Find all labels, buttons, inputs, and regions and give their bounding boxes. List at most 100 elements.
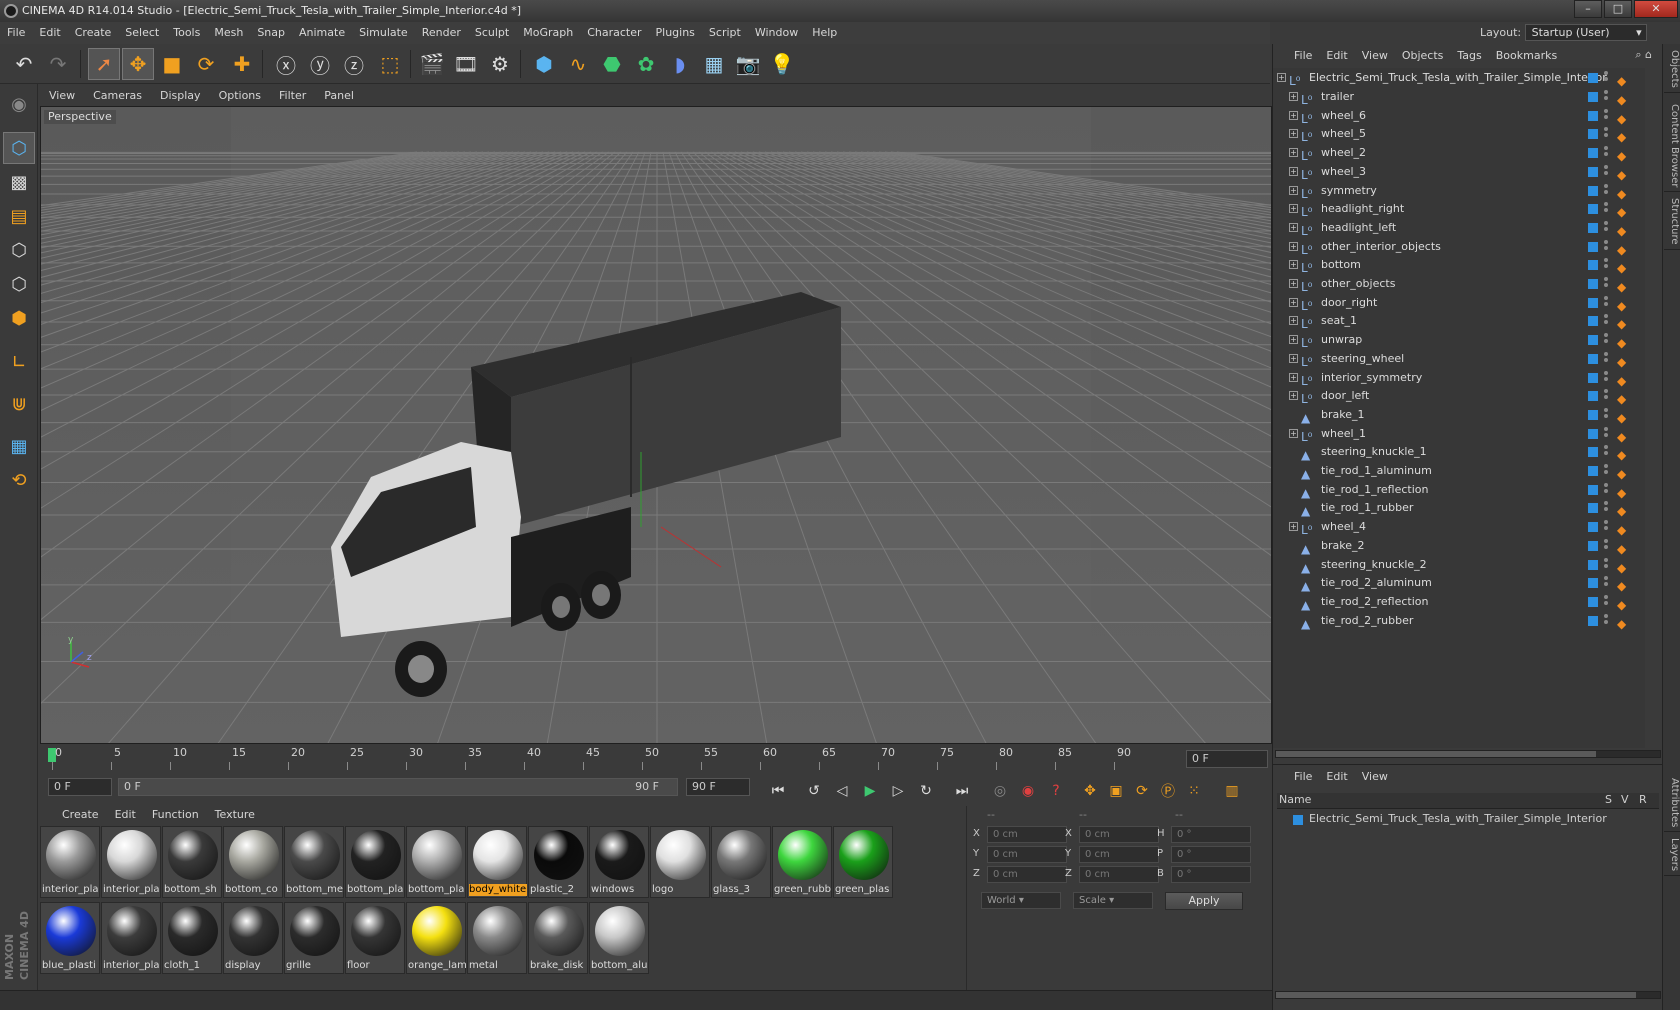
visibility-dots-icon[interactable] bbox=[1604, 127, 1608, 141]
material-menu-item-texture[interactable]: Texture bbox=[207, 806, 263, 824]
object-visibility-swatch[interactable] bbox=[1588, 335, 1598, 346]
object-row[interactable]: + L⁰ steering_wheel ◆ bbox=[1273, 349, 1645, 369]
material-swatch[interactable]: logo bbox=[650, 826, 710, 898]
object-visibility-swatch[interactable] bbox=[1588, 578, 1598, 589]
object-row[interactable]: + L⁰ trailer ◆ bbox=[1273, 87, 1645, 107]
expand-toggle-icon[interactable]: + bbox=[1289, 391, 1298, 401]
material-tag-icon[interactable]: ◆ bbox=[1617, 614, 1626, 634]
go-to-start-icon[interactable]: ⏮ bbox=[766, 779, 790, 803]
material-swatch[interactable]: interior_pla bbox=[40, 826, 100, 898]
object-row[interactable]: + L⁰ unwrap ◆ bbox=[1273, 330, 1645, 350]
object-row[interactable]: ▲ brake_1 ◆ bbox=[1273, 405, 1645, 425]
side-tab-layers[interactable]: Layers bbox=[1664, 834, 1680, 877]
object-row[interactable]: + L⁰ headlight_right ◆ bbox=[1273, 199, 1645, 219]
object-row[interactable]: + L⁰ wheel_6 ◆ bbox=[1273, 106, 1645, 126]
visibility-dots-icon[interactable] bbox=[1604, 613, 1608, 628]
visibility-dots-icon[interactable] bbox=[1604, 501, 1608, 515]
object-root[interactable]: + L⁰ Electric_Semi_Truck_Tesla_with_Traile… bbox=[1273, 68, 1645, 88]
object-visibility-swatch[interactable] bbox=[1588, 372, 1598, 383]
object-visibility-swatch[interactable] bbox=[1588, 428, 1598, 439]
object-row[interactable]: + L⁰ other_interior_objects ◆ bbox=[1273, 237, 1645, 257]
visibility-dots-icon[interactable] bbox=[1604, 71, 1608, 85]
visibility-dots-icon[interactable] bbox=[1604, 220, 1608, 235]
material-swatch[interactable]: metal bbox=[467, 902, 527, 974]
object-visibility-swatch[interactable] bbox=[1588, 222, 1598, 233]
visibility-dots-icon[interactable] bbox=[1604, 576, 1608, 590]
spline-icon[interactable]: ∿ bbox=[562, 48, 594, 80]
expand-toggle-icon[interactable]: + bbox=[1289, 166, 1298, 176]
visibility-dots-icon[interactable] bbox=[1604, 164, 1608, 179]
material-swatch[interactable]: grille bbox=[284, 902, 344, 974]
material-swatch[interactable]: floor bbox=[345, 902, 405, 974]
object-row[interactable]: + L⁰ door_right ◆ bbox=[1273, 293, 1645, 313]
expand-toggle-icon[interactable]: + bbox=[1289, 522, 1298, 532]
live-select-icon[interactable]: ➚ bbox=[88, 48, 120, 80]
close-button[interactable]: ✕ bbox=[1634, 0, 1678, 18]
expand-toggle-icon[interactable]: + bbox=[1289, 316, 1298, 326]
object-visibility-swatch[interactable] bbox=[1588, 559, 1598, 570]
object-row[interactable]: + L⁰ wheel_1 ◆ bbox=[1273, 424, 1645, 444]
material-swatch[interactable]: interior_pla bbox=[101, 902, 161, 974]
material-menu-item-function[interactable]: Function bbox=[144, 806, 207, 824]
snap-icon[interactable]: ▦ bbox=[3, 430, 35, 462]
visibility-dots-icon[interactable] bbox=[1604, 464, 1608, 478]
current-frame-field[interactable]: 0 F bbox=[1186, 750, 1268, 768]
object-row[interactable]: + L⁰ seat_1 ◆ bbox=[1273, 311, 1645, 331]
visibility-dots-icon[interactable] bbox=[1604, 557, 1608, 572]
expand-toggle-icon[interactable]: + bbox=[1289, 222, 1298, 232]
coord-value-field[interactable]: 0 cm bbox=[987, 866, 1067, 883]
key-position-icon[interactable]: ✥ bbox=[1078, 779, 1102, 803]
viewport-menu-item-cameras[interactable]: Cameras bbox=[84, 86, 151, 106]
menu-item-mograph[interactable]: MoGraph bbox=[516, 22, 580, 44]
cube-icon[interactable]: ⬢ bbox=[528, 48, 560, 80]
expand-toggle-icon[interactable]: + bbox=[1289, 148, 1298, 158]
camera-icon[interactable]: 📷 bbox=[732, 48, 764, 80]
light-icon[interactable]: 💡 bbox=[766, 48, 798, 80]
menu-item-render[interactable]: Render bbox=[415, 22, 468, 44]
object-visibility-swatch[interactable] bbox=[1588, 409, 1598, 420]
timeline-window-icon[interactable]: ▥ bbox=[1220, 779, 1244, 803]
side-tab-structure[interactable]: Structure bbox=[1664, 194, 1680, 250]
layer-list-scrollbar[interactable] bbox=[1275, 991, 1661, 999]
visibility-dots-icon[interactable] bbox=[1604, 538, 1608, 553]
y-axis-lock-icon[interactable]: ⓨ bbox=[304, 48, 336, 80]
visibility-dots-icon[interactable] bbox=[1604, 314, 1608, 328]
locked-workplane-icon[interactable]: ⟲ bbox=[3, 464, 35, 496]
coord-scale-dropdown[interactable]: Scale ▾ bbox=[1073, 892, 1153, 909]
menu-item-animate[interactable]: Animate bbox=[292, 22, 352, 44]
object-row[interactable]: ▲ tie_rod_1_aluminum ◆ bbox=[1273, 461, 1645, 481]
previous-key-icon[interactable]: ↺ bbox=[802, 779, 826, 803]
next-key-icon[interactable]: ↻ bbox=[914, 779, 938, 803]
cloner-icon[interactable]: ✿ bbox=[630, 48, 662, 80]
expand-toggle-icon[interactable]: + bbox=[1289, 185, 1298, 195]
material-swatch[interactable]: blue_plasti bbox=[40, 902, 100, 974]
object-visibility-swatch[interactable] bbox=[1588, 110, 1598, 121]
visibility-dots-icon[interactable] bbox=[1604, 239, 1608, 254]
coord-mode-dropdown[interactable]: World ▾ bbox=[981, 892, 1061, 909]
coord-value-field[interactable]: 0 ° bbox=[1171, 866, 1251, 883]
material-swatch[interactable]: bottom_pla bbox=[345, 826, 405, 898]
undo-icon[interactable]: ↶ bbox=[8, 48, 40, 80]
object-visibility-swatch[interactable] bbox=[1588, 73, 1598, 83]
coord-value-field[interactable]: 0 cm bbox=[1079, 866, 1159, 883]
visibility-dots-icon[interactable] bbox=[1604, 389, 1608, 403]
object-visibility-swatch[interactable] bbox=[1588, 540, 1598, 551]
expand-toggle-icon[interactable]: + bbox=[1289, 335, 1298, 345]
object-visibility-swatch[interactable] bbox=[1588, 185, 1598, 196]
object-menu-item-file[interactable]: File bbox=[1287, 44, 1319, 68]
object-visibility-swatch[interactable] bbox=[1588, 466, 1598, 476]
expand-toggle-icon[interactable]: + bbox=[1289, 241, 1298, 251]
perspective-viewport[interactable]: Perspective y z ✥ ⇕ ⟲ ▣ bbox=[40, 106, 1272, 744]
material-swatch[interactable]: glass_3 bbox=[711, 826, 771, 898]
material-swatch[interactable]: green_plas bbox=[833, 826, 893, 898]
coordinate-system-icon[interactable]: ⬚ bbox=[374, 48, 406, 80]
visibility-dots-icon[interactable] bbox=[1604, 90, 1608, 104]
material-swatch[interactable]: plastic_2 bbox=[528, 826, 588, 898]
frame-range-slider[interactable]: 0 F 90 F bbox=[118, 778, 678, 796]
minimize-button[interactable]: – bbox=[1574, 0, 1602, 18]
visibility-dots-icon[interactable] bbox=[1604, 426, 1608, 441]
model-mode-icon[interactable]: ⬡ bbox=[3, 132, 35, 164]
object-visibility-swatch[interactable] bbox=[1588, 447, 1598, 458]
material-menu-item-edit[interactable]: Edit bbox=[107, 806, 144, 824]
autokey-icon[interactable]: ◉ bbox=[1016, 779, 1040, 803]
